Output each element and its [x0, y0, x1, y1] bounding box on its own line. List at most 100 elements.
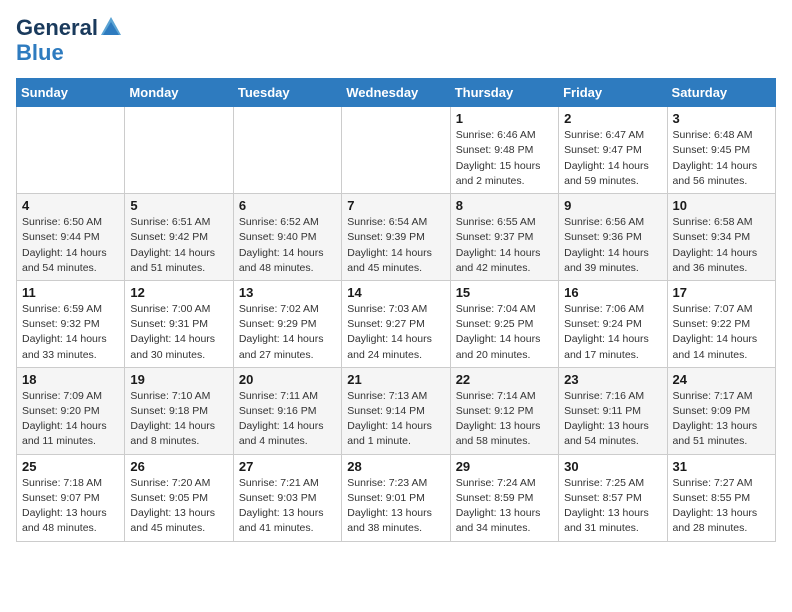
day-info: Sunrise: 7:06 AM Sunset: 9:24 PM Dayligh…: [564, 302, 661, 363]
day-number: 6: [239, 198, 336, 213]
day-number: 19: [130, 372, 227, 387]
calendar-cell: 31Sunrise: 7:27 AM Sunset: 8:55 PM Dayli…: [667, 454, 775, 541]
col-header-monday: Monday: [125, 79, 233, 107]
day-info: Sunrise: 7:27 AM Sunset: 8:55 PM Dayligh…: [673, 476, 770, 537]
day-number: 28: [347, 459, 444, 474]
logo-general-text: General: [16, 16, 98, 40]
day-number: 11: [22, 285, 119, 300]
calendar-cell: [17, 107, 125, 194]
day-info: Sunrise: 7:09 AM Sunset: 9:20 PM Dayligh…: [22, 389, 119, 450]
day-number: 23: [564, 372, 661, 387]
calendar-cell: 20 Sunrise: 7:11 AM Sunset: 9:16 PM Dayli…: [233, 367, 341, 454]
calendar-cell: 19 Sunrise: 7:10 AM Sunset: 9:18 PM Dayli…: [125, 367, 233, 454]
logo: General Blue: [16, 16, 121, 66]
calendar-cell: [233, 107, 341, 194]
day-info: Sunrise: 7:13 AM Sunset: 9:14 PM Dayligh…: [347, 389, 444, 450]
day-number: 14: [347, 285, 444, 300]
day-info: Sunrise: 6:56 AM Sunset: 9:36 PM Dayligh…: [564, 215, 661, 276]
calendar-week-row: 11Sunrise: 6:59 AM Sunset: 9:32 PM Dayli…: [17, 280, 776, 367]
day-number: 13: [239, 285, 336, 300]
calendar-week-row: 18 Sunrise: 7:09 AM Sunset: 9:20 PM Dayli…: [17, 367, 776, 454]
day-number: 10: [673, 198, 770, 213]
calendar-table: SundayMondayTuesdayWednesdayThursdayFrid…: [16, 78, 776, 541]
day-info: Sunrise: 6:47 AM Sunset: 9:47 PM Dayligh…: [564, 128, 661, 189]
day-info: Sunrise: 7:07 AM Sunset: 9:22 PM Dayligh…: [673, 302, 770, 363]
day-number: 18: [22, 372, 119, 387]
day-number: 8: [456, 198, 553, 213]
day-number: 20: [239, 372, 336, 387]
day-number: 27: [239, 459, 336, 474]
day-info: Sunrise: 7:21 AM Sunset: 9:03 PM Dayligh…: [239, 476, 336, 537]
day-number: 21: [347, 372, 444, 387]
day-info: Sunrise: 7:16 AM Sunset: 9:11 PM Dayligh…: [564, 389, 661, 450]
calendar-cell: 16 Sunrise: 7:06 AM Sunset: 9:24 PM Dayli…: [559, 280, 667, 367]
day-number: 16: [564, 285, 661, 300]
calendar-cell: 5Sunrise: 6:51 AM Sunset: 9:42 PM Daylig…: [125, 194, 233, 281]
calendar-week-row: 1 Sunrise: 6:46 AM Sunset: 9:48 PM Daylig…: [17, 107, 776, 194]
calendar-header-row: SundayMondayTuesdayWednesdayThursdayFrid…: [17, 79, 776, 107]
calendar-cell: 9Sunrise: 6:56 AM Sunset: 9:36 PM Daylig…: [559, 194, 667, 281]
day-number: 1: [456, 111, 553, 126]
day-number: 24: [673, 372, 770, 387]
calendar-cell: [125, 107, 233, 194]
calendar-cell: 6 Sunrise: 6:52 AM Sunset: 9:40 PM Daylig…: [233, 194, 341, 281]
calendar-cell: 8 Sunrise: 6:55 AM Sunset: 9:37 PM Daylig…: [450, 194, 558, 281]
day-number: 7: [347, 198, 444, 213]
calendar-cell: 25 Sunrise: 7:18 AM Sunset: 9:07 PM Dayli…: [17, 454, 125, 541]
day-info: Sunrise: 7:25 AM Sunset: 8:57 PM Dayligh…: [564, 476, 661, 537]
calendar-cell: 11Sunrise: 6:59 AM Sunset: 9:32 PM Dayli…: [17, 280, 125, 367]
day-number: 3: [673, 111, 770, 126]
day-info: Sunrise: 7:02 AM Sunset: 9:29 PM Dayligh…: [239, 302, 336, 363]
calendar-cell: 1 Sunrise: 6:46 AM Sunset: 9:48 PM Daylig…: [450, 107, 558, 194]
day-number: 22: [456, 372, 553, 387]
calendar-cell: 22 Sunrise: 7:14 AM Sunset: 9:12 PM Dayli…: [450, 367, 558, 454]
calendar-cell: 17 Sunrise: 7:07 AM Sunset: 9:22 PM Dayli…: [667, 280, 775, 367]
day-info: Sunrise: 6:54 AM Sunset: 9:39 PM Dayligh…: [347, 215, 444, 276]
day-info: Sunrise: 7:18 AM Sunset: 9:07 PM Dayligh…: [22, 476, 119, 537]
calendar-cell: 27 Sunrise: 7:21 AM Sunset: 9:03 PM Dayli…: [233, 454, 341, 541]
day-info: Sunrise: 6:50 AM Sunset: 9:44 PM Dayligh…: [22, 215, 119, 276]
calendar-cell: 23 Sunrise: 7:16 AM Sunset: 9:11 PM Dayli…: [559, 367, 667, 454]
calendar-cell: 12Sunrise: 7:00 AM Sunset: 9:31 PM Dayli…: [125, 280, 233, 367]
col-header-sunday: Sunday: [17, 79, 125, 107]
calendar-cell: 10Sunrise: 6:58 AM Sunset: 9:34 PM Dayli…: [667, 194, 775, 281]
day-number: 4: [22, 198, 119, 213]
calendar-cell: 13 Sunrise: 7:02 AM Sunset: 9:29 PM Dayli…: [233, 280, 341, 367]
day-info: Sunrise: 7:17 AM Sunset: 9:09 PM Dayligh…: [673, 389, 770, 450]
day-info: Sunrise: 7:00 AM Sunset: 9:31 PM Dayligh…: [130, 302, 227, 363]
calendar-cell: 2 Sunrise: 6:47 AM Sunset: 9:47 PM Daylig…: [559, 107, 667, 194]
day-info: Sunrise: 6:51 AM Sunset: 9:42 PM Dayligh…: [130, 215, 227, 276]
day-info: Sunrise: 7:03 AM Sunset: 9:27 PM Dayligh…: [347, 302, 444, 363]
day-info: Sunrise: 7:11 AM Sunset: 9:16 PM Dayligh…: [239, 389, 336, 450]
calendar-cell: 3 Sunrise: 6:48 AM Sunset: 9:45 PM Daylig…: [667, 107, 775, 194]
col-header-friday: Friday: [559, 79, 667, 107]
day-info: Sunrise: 6:46 AM Sunset: 9:48 PM Dayligh…: [456, 128, 553, 189]
day-info: Sunrise: 7:04 AM Sunset: 9:25 PM Dayligh…: [456, 302, 553, 363]
calendar-cell: 4 Sunrise: 6:50 AM Sunset: 9:44 PM Daylig…: [17, 194, 125, 281]
page-header: General Blue: [16, 16, 776, 66]
day-number: 17: [673, 285, 770, 300]
day-info: Sunrise: 7:14 AM Sunset: 9:12 PM Dayligh…: [456, 389, 553, 450]
calendar-cell: 24 Sunrise: 7:17 AM Sunset: 9:09 PM Dayli…: [667, 367, 775, 454]
day-number: 30: [564, 459, 661, 474]
calendar-cell: 7 Sunrise: 6:54 AM Sunset: 9:39 PM Daylig…: [342, 194, 450, 281]
logo-blue-text: Blue: [16, 40, 64, 66]
day-info: Sunrise: 6:52 AM Sunset: 9:40 PM Dayligh…: [239, 215, 336, 276]
day-number: 15: [456, 285, 553, 300]
calendar-cell: 29Sunrise: 7:24 AM Sunset: 8:59 PM Dayli…: [450, 454, 558, 541]
day-number: 29: [456, 459, 553, 474]
col-header-thursday: Thursday: [450, 79, 558, 107]
logo-icon: [101, 17, 121, 35]
day-number: 2: [564, 111, 661, 126]
col-header-saturday: Saturday: [667, 79, 775, 107]
calendar-cell: [342, 107, 450, 194]
calendar-cell: 18 Sunrise: 7:09 AM Sunset: 9:20 PM Dayli…: [17, 367, 125, 454]
calendar-week-row: 25 Sunrise: 7:18 AM Sunset: 9:07 PM Dayli…: [17, 454, 776, 541]
day-info: Sunrise: 6:48 AM Sunset: 9:45 PM Dayligh…: [673, 128, 770, 189]
calendar-cell: 26Sunrise: 7:20 AM Sunset: 9:05 PM Dayli…: [125, 454, 233, 541]
day-info: Sunrise: 7:10 AM Sunset: 9:18 PM Dayligh…: [130, 389, 227, 450]
day-info: Sunrise: 6:55 AM Sunset: 9:37 PM Dayligh…: [456, 215, 553, 276]
day-number: 26: [130, 459, 227, 474]
calendar-cell: 28Sunrise: 7:23 AM Sunset: 9:01 PM Dayli…: [342, 454, 450, 541]
day-number: 25: [22, 459, 119, 474]
